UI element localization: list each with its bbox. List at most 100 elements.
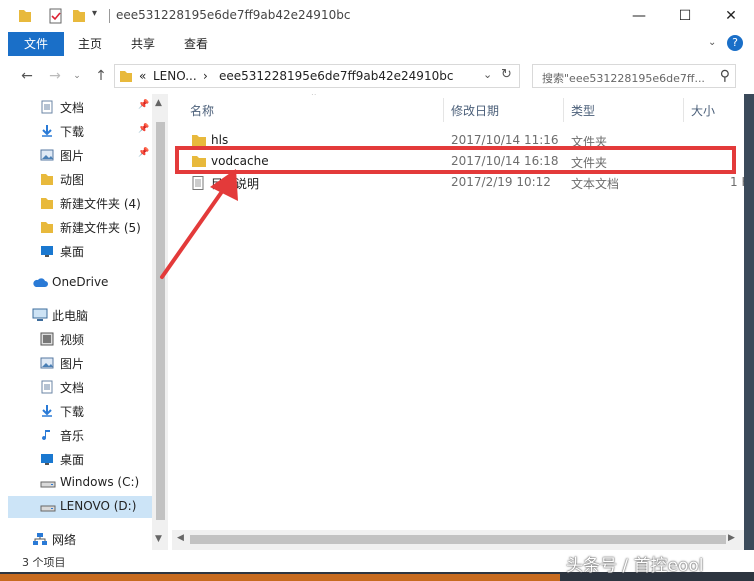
- file-date: 2017/10/14 11:16: [451, 133, 559, 147]
- folder-icon: [192, 134, 206, 146]
- scroll-left-icon[interactable]: ◀: [177, 533, 184, 543]
- file-name: 目录说明: [211, 177, 260, 191]
- arrow-left-icon: ←: [21, 68, 33, 84]
- tab-file[interactable]: 文件: [8, 32, 64, 56]
- sidebar-item-label: 图片: [60, 149, 85, 163]
- pin-icon[interactable]: 📌: [138, 148, 149, 158]
- desktop-icon: [40, 452, 54, 466]
- breadcrumb-current[interactable]: eee531228195e6de7ff9ab42e24910bc: [219, 69, 453, 83]
- quick-access-dropdown-icon[interactable]: ▾: [92, 8, 97, 26]
- properties-icon[interactable]: [48, 7, 64, 25]
- sidebar-item-6[interactable]: 桌面: [8, 240, 154, 262]
- column-header-name[interactable]: 名称: [190, 102, 214, 119]
- sidebar-item-3[interactable]: 动图: [8, 168, 154, 190]
- search-input[interactable]: 搜索"eee531228195e6de7ff... ⚲: [532, 64, 736, 88]
- recent-locations-button[interactable]: ⌄: [68, 67, 86, 85]
- sidebar-item-label: 视频: [60, 333, 85, 347]
- sidebar-item-1[interactable]: 下载 📌: [8, 120, 154, 142]
- breadcrumb-separator[interactable]: ›: [203, 69, 208, 83]
- sidebar-item-4[interactable]: 新建文件夹 (4): [8, 192, 154, 214]
- sidebar-item-label: 动图: [60, 173, 85, 187]
- folder-icon: [192, 155, 206, 167]
- sidebar-item-0[interactable]: 文档 📌: [8, 96, 154, 118]
- scroll-up-icon[interactable]: ▲: [155, 98, 162, 108]
- sidebar-item-13[interactable]: 音乐: [8, 424, 154, 446]
- breadcrumb-lenovo[interactable]: LENO...: [153, 69, 197, 83]
- sidebar-item-14[interactable]: 桌面: [8, 448, 154, 470]
- ribbon: 文件 主页 共享 查看 ⌄ ?: [0, 32, 754, 56]
- computer-icon: [32, 308, 48, 322]
- folder-icon: [19, 10, 31, 22]
- scroll-right-icon[interactable]: ▶: [728, 533, 735, 543]
- address-overflow-chevron[interactable]: «: [139, 69, 146, 83]
- download-icon: [40, 404, 54, 418]
- file-type: 文本文档: [571, 177, 620, 191]
- file-date: 2017/2/19 10:12: [451, 175, 551, 189]
- sidebar-item-label: 音乐: [60, 429, 85, 443]
- column-header-size[interactable]: 大小: [691, 102, 715, 119]
- file-list: ⌃ 名称 修改日期 类型 大小 hls 2017/10/14 11:16 文件夹 vo…: [172, 94, 744, 550]
- table-row[interactable]: 目录说明 2017/2/19 10:12 文本文档 1 K: [180, 172, 744, 193]
- column-separator[interactable]: [563, 98, 564, 122]
- tab-share[interactable]: 共享: [123, 32, 163, 56]
- navigation-scroll-thumb[interactable]: [156, 122, 165, 520]
- column-header-type[interactable]: 类型: [571, 102, 595, 119]
- column-header-date[interactable]: 修改日期: [451, 102, 499, 119]
- scroll-down-icon[interactable]: ▼: [155, 534, 162, 544]
- text-file-icon: [192, 176, 206, 190]
- forward-button[interactable]: →: [46, 67, 64, 85]
- help-icon[interactable]: ?: [727, 35, 743, 51]
- sidebar-item-5[interactable]: 新建文件夹 (5): [8, 216, 154, 238]
- tab-view[interactable]: 查看: [176, 32, 216, 56]
- column-separator[interactable]: [683, 98, 684, 122]
- picture-icon: [40, 148, 54, 162]
- chevron-down-icon: ⌄: [73, 71, 81, 81]
- sidebar-item-10[interactable]: 图片: [8, 352, 154, 374]
- refresh-icon[interactable]: ↻: [501, 67, 512, 82]
- new-folder-icon[interactable]: [72, 7, 86, 25]
- pin-icon[interactable]: 📌: [138, 124, 149, 134]
- sidebar-item-17[interactable]: 网络: [8, 528, 154, 550]
- search-placeholder: 搜索"eee531228195e6de7ff...: [542, 72, 705, 85]
- minimize-button[interactable]: —: [616, 0, 662, 32]
- sidebar-item-12[interactable]: 下载: [8, 400, 154, 422]
- sidebar-item-7[interactable]: OneDrive: [8, 272, 154, 294]
- up-button[interactable]: ↑: [92, 67, 110, 85]
- sidebar-item-15[interactable]: Windows (C:): [8, 472, 154, 494]
- arrow-right-icon: →: [49, 68, 61, 84]
- sidebar-item-11[interactable]: 文档: [8, 376, 154, 398]
- cloud-icon: [32, 276, 48, 290]
- address-bar[interactable]: « LENO... › eee531228195e6de7ff9ab42e249…: [114, 64, 520, 88]
- sidebar-item-2[interactable]: 图片 📌: [8, 144, 154, 166]
- drive-icon: [40, 500, 56, 514]
- sidebar-item-8[interactable]: 此电脑: [8, 304, 154, 326]
- file-type: 文件夹: [571, 135, 608, 149]
- drive-icon: [40, 476, 56, 490]
- sort-ascending-icon: ⌃: [310, 94, 318, 102]
- desktop-icon: [40, 244, 54, 258]
- sidebar-item-label: 此电脑: [52, 309, 89, 323]
- network-icon: [32, 532, 47, 546]
- maximize-button[interactable]: ☐: [662, 0, 708, 32]
- ribbon-expand-icon[interactable]: ⌄: [708, 37, 716, 48]
- table-row[interactable]: vodcache 2017/10/14 16:18 文件夹: [180, 151, 744, 172]
- pin-icon[interactable]: 📌: [138, 100, 149, 110]
- sidebar-item-label: 桌面: [60, 453, 85, 467]
- close-icon: ✕: [725, 8, 737, 24]
- address-dropdown-icon[interactable]: ⌄: [483, 68, 492, 81]
- table-row[interactable]: hls 2017/10/14 11:16 文件夹: [180, 130, 744, 151]
- column-separator[interactable]: [443, 98, 444, 122]
- sidebar-item-label: 网络: [52, 533, 77, 547]
- back-button[interactable]: ←: [18, 67, 36, 85]
- horizontal-scroll-thumb[interactable]: [190, 535, 726, 544]
- sidebar-item-label: 文档: [60, 381, 85, 395]
- folder-icon: [120, 71, 132, 82]
- address-row: ← → ⌄ ↑ « LENO... › eee531228195e6de7ff9…: [0, 56, 754, 94]
- close-button[interactable]: ✕: [708, 0, 754, 32]
- window-title: eee531228195e6de7ff9ab42e24910bc: [116, 8, 351, 22]
- maximize-icon: ☐: [678, 8, 692, 24]
- search-icon: ⚲: [719, 68, 730, 84]
- sidebar-item-9[interactable]: 视频: [8, 328, 154, 350]
- tab-home[interactable]: 主页: [70, 32, 110, 56]
- sidebar-item-16[interactable]: LENOVO (D:): [8, 496, 154, 518]
